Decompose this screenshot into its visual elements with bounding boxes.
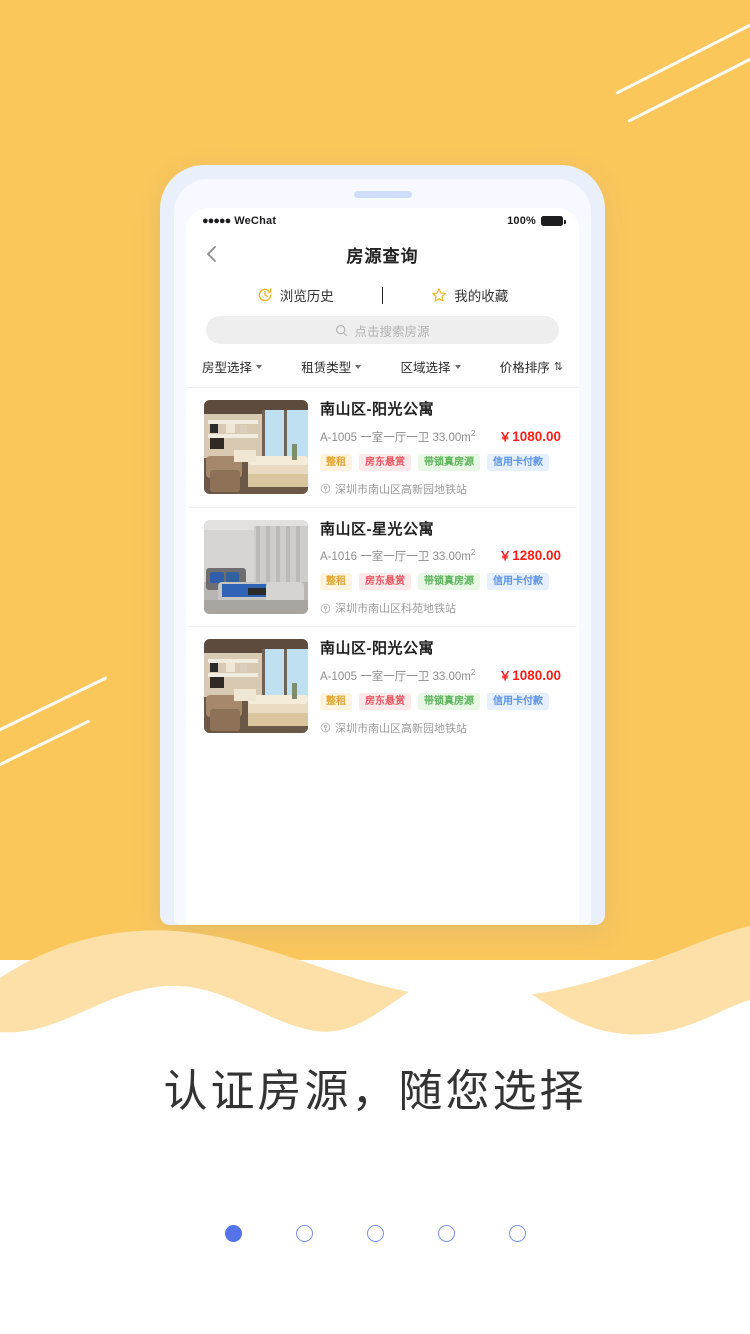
quick-tabs: 浏览历史 我的收藏 xyxy=(186,274,579,316)
pagination-dot[interactable] xyxy=(366,1225,384,1242)
filter-area[interactable]: 区域选择 xyxy=(401,357,461,376)
search-input[interactable]: 点击搜索房源 xyxy=(206,316,559,344)
listing-tags: 整租 房东悬赏 带锁真房源 信用卡付款 xyxy=(320,573,561,590)
listing-tag: 房东悬赏 xyxy=(359,573,411,590)
listing-title: 南山区-阳光公寓 xyxy=(320,401,434,418)
listing-tag: 信用卡付款 xyxy=(487,453,549,471)
listing-spec: A-1005 一室一厅一卫 33.00m2 xyxy=(320,428,476,444)
listing-tags: 整租 房东悬赏 带锁真房源 信用卡付款 xyxy=(320,453,561,471)
status-bar-left: ●●●●● WeChat xyxy=(202,215,276,227)
location-pin-icon xyxy=(320,603,331,613)
listing-title: 南山区-阳光公寓 xyxy=(320,640,434,657)
quick-tab-favorites-label: 我的收藏 xyxy=(454,289,509,304)
listing-tag: 带锁真房源 xyxy=(418,573,480,590)
decorative-diagonal-line-bottom-1 xyxy=(0,676,108,758)
listing-title: 南山区-星光公寓 xyxy=(320,520,434,538)
page-title: 房源查询 xyxy=(346,246,419,266)
search-placeholder: 点击搜索房源 xyxy=(354,324,430,339)
listing-address: 深圳市南山区高新园地铁站 xyxy=(320,720,561,736)
listing-tag: 带锁真房源 xyxy=(418,692,480,710)
filter-lease-type[interactable]: 租赁类型 xyxy=(301,357,362,376)
listing-card[interactable]: 南山区-星光公寓 A-1016 一室一厅一卫 33.00m2 ￥1280.00 … xyxy=(188,508,577,627)
chevron-down-icon xyxy=(256,364,263,369)
listing-address-text: 深圳市南山区高新园地铁站 xyxy=(335,722,467,735)
pagination-dot[interactable] xyxy=(224,1225,242,1242)
phone-screen: ●●●●● WeChat 100% 房源查询 浏览历史 我的收藏 点击搜索房源 … xyxy=(186,208,579,925)
listing-tag: 整租 xyxy=(320,692,352,710)
filter-bar: 房型选择 租赁类型 区域选择 价格排序 ⇅ xyxy=(186,344,579,388)
listing-tag: 带锁真房源 xyxy=(418,453,480,471)
decorative-diagonal-line-top-1 xyxy=(615,1,750,95)
status-bar: ●●●●● WeChat 100% xyxy=(186,208,579,234)
listing-list: 南山区-阳光公寓 A-1005 一室一厅一卫 33.00m2 ￥1080.00 … xyxy=(186,388,579,746)
slide-caption: 认证房源，随您选择 xyxy=(163,1067,587,1116)
quick-tab-history-label: 浏览历史 xyxy=(279,289,334,304)
listing-tag: 整租 xyxy=(320,573,352,590)
listing-tag: 房东悬赏 xyxy=(359,453,411,471)
chevron-down-icon xyxy=(355,364,362,369)
filter-area-label: 区域选择 xyxy=(400,361,451,375)
listing-card[interactable]: 南山区-阳光公寓 A-1005 一室一厅一卫 33.00m2 ￥1080.00 … xyxy=(188,627,577,746)
decorative-diagonal-line-top-2 xyxy=(627,24,750,123)
search-icon xyxy=(336,324,348,336)
decorative-diagonal-line-bottom-2 xyxy=(0,719,91,788)
listing-price: ￥1280.00 xyxy=(499,548,561,563)
pagination-dot[interactable] xyxy=(508,1225,526,1242)
chevron-down-icon xyxy=(454,364,461,369)
listing-price: ￥1080.00 xyxy=(499,428,561,444)
filter-price-sort[interactable]: 价格排序 ⇅ xyxy=(500,357,563,376)
status-bar-right: 100% xyxy=(507,215,566,227)
listing-card[interactable]: 南山区-阳光公寓 A-1005 一室一厅一卫 33.00m2 ￥1080.00 … xyxy=(188,388,577,508)
filter-price-sort-label: 价格排序 xyxy=(499,361,550,375)
listing-address-text: 深圳市南山区高新园地铁站 xyxy=(335,483,467,496)
listing-address-text: 深圳市南山区科苑地铁站 xyxy=(335,603,456,615)
phone-mockup: ●●●●● WeChat 100% 房源查询 浏览历史 我的收藏 点击搜索房源 … xyxy=(160,165,605,925)
phone-bezel: ●●●●● WeChat 100% 房源查询 浏览历史 我的收藏 点击搜索房源 … xyxy=(174,179,591,925)
nav-bar: 房源查询 xyxy=(186,234,579,274)
phone-speaker xyxy=(353,191,412,198)
listing-tag: 信用卡付款 xyxy=(487,692,549,710)
listing-spec: A-1005 一室一厅一卫 33.00m2 xyxy=(320,667,476,683)
pagination-dot[interactable] xyxy=(295,1225,313,1242)
sort-updown-icon: ⇅ xyxy=(553,361,563,373)
listing-address: 深圳市南山区科苑地铁站 xyxy=(320,600,561,616)
pagination-dot[interactable] xyxy=(437,1225,455,1242)
listing-info: 南山区-阳光公寓 A-1005 一室一厅一卫 33.00m2 ￥1080.00 … xyxy=(320,639,561,736)
listing-info: 南山区-星光公寓 A-1016 一室一厅一卫 33.00m2 ￥1280.00 … xyxy=(320,520,561,617)
search-section: 点击搜索房源 xyxy=(186,316,579,344)
history-clock-icon xyxy=(258,288,272,302)
listing-meta-row: A-1016 一室一厅一卫 33.00m2 ￥1280.00 xyxy=(320,547,561,564)
location-pin-icon xyxy=(320,722,331,733)
filter-room-type[interactable]: 房型选择 xyxy=(202,357,263,376)
listing-thumbnail[interactable] xyxy=(204,639,308,733)
star-outline-icon xyxy=(432,288,447,302)
listing-tag: 整租 xyxy=(320,453,352,471)
quick-tab-history[interactable]: 浏览历史 xyxy=(253,285,338,305)
pagination-dots xyxy=(0,1225,750,1242)
listing-meta-row: A-1005 一室一厅一卫 33.00m2 ￥1080.00 xyxy=(320,428,561,445)
listing-address: 深圳市南山区高新园地铁站 xyxy=(320,481,561,497)
battery-percent-label: 100% xyxy=(507,215,536,227)
battery-full-icon xyxy=(541,216,566,226)
listing-tags: 整租 房东悬赏 带锁真房源 信用卡付款 xyxy=(320,692,561,710)
location-pin-icon xyxy=(320,483,331,494)
signal-dots-icon: ●●●●● xyxy=(202,215,231,227)
listing-tag: 信用卡付款 xyxy=(487,573,549,590)
listing-thumbnail[interactable] xyxy=(204,400,308,494)
carrier-label: WeChat xyxy=(234,215,277,227)
listing-spec: A-1016 一室一厅一卫 33.00m2 xyxy=(320,548,476,563)
filter-room-type-label: 房型选择 xyxy=(202,361,253,375)
listing-info: 南山区-阳光公寓 A-1005 一室一厅一卫 33.00m2 ￥1080.00 … xyxy=(320,400,561,497)
quick-tab-favorites[interactable]: 我的收藏 xyxy=(427,285,512,305)
listing-thumbnail[interactable] xyxy=(204,519,308,614)
listing-tag: 房东悬赏 xyxy=(359,692,411,710)
listing-meta-row: A-1005 一室一厅一卫 33.00m2 ￥1080.00 xyxy=(320,667,561,684)
listing-price: ￥1080.00 xyxy=(499,667,561,683)
filter-lease-type-label: 租赁类型 xyxy=(301,361,352,375)
quick-tabs-divider xyxy=(381,286,384,304)
